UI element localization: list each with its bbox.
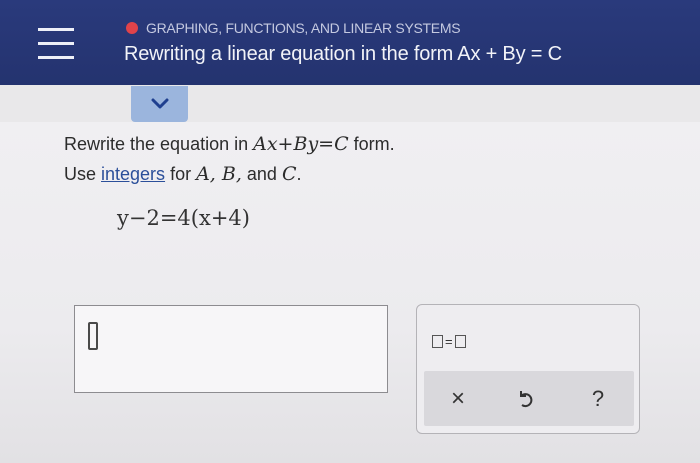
header-bar: GRAPHING, FUNCTIONS, AND LINEAR SYSTEMS … <box>0 0 700 85</box>
menu-bar <box>38 42 74 45</box>
instruction-line-1: Rewrite the equation in Ax+By=C form. <box>64 133 395 155</box>
placeholder-box-icon <box>432 335 443 349</box>
help-button[interactable]: ? <box>580 381 616 417</box>
page-title: Rewriting a linear equation in the form … <box>124 43 562 65</box>
menu-bar <box>38 28 74 31</box>
collapse-button[interactable] <box>131 86 188 122</box>
instruction-text: and <box>241 164 282 184</box>
target-form-math: Ax+By=C <box>253 133 349 155</box>
clear-button[interactable]: × <box>440 381 476 417</box>
instruction-text: Use <box>64 164 102 184</box>
status-dot-icon <box>126 22 138 34</box>
topic-label: GRAPHING, FUNCTIONS, AND LINEAR SYSTEMS <box>146 20 461 36</box>
given-equation: y−2=4(x+4) <box>117 206 250 230</box>
placeholder-box-icon <box>454 335 466 349</box>
variables-math: A, B, <box>196 163 242 185</box>
answer-input[interactable] <box>74 305 388 393</box>
chevron-down-icon <box>151 98 168 109</box>
menu-bar <box>38 56 74 59</box>
undo-icon <box>520 391 533 408</box>
equals-sign: = <box>445 334 453 350</box>
equals-template-button[interactable]: = <box>432 333 466 349</box>
undo-button[interactable] <box>508 381 544 417</box>
instruction-text: . <box>296 164 302 184</box>
instruction-text: for <box>165 164 197 184</box>
integers-link[interactable]: integers <box>101 164 165 184</box>
instruction-line-2: Use integers for A, B, and C. <box>64 163 302 185</box>
menu-icon[interactable] <box>38 28 74 62</box>
variable-c-math: C <box>281 163 297 185</box>
instruction-text: form. <box>348 134 395 154</box>
input-cursor <box>88 322 98 350</box>
instruction-text: Rewrite the equation in <box>64 134 254 154</box>
